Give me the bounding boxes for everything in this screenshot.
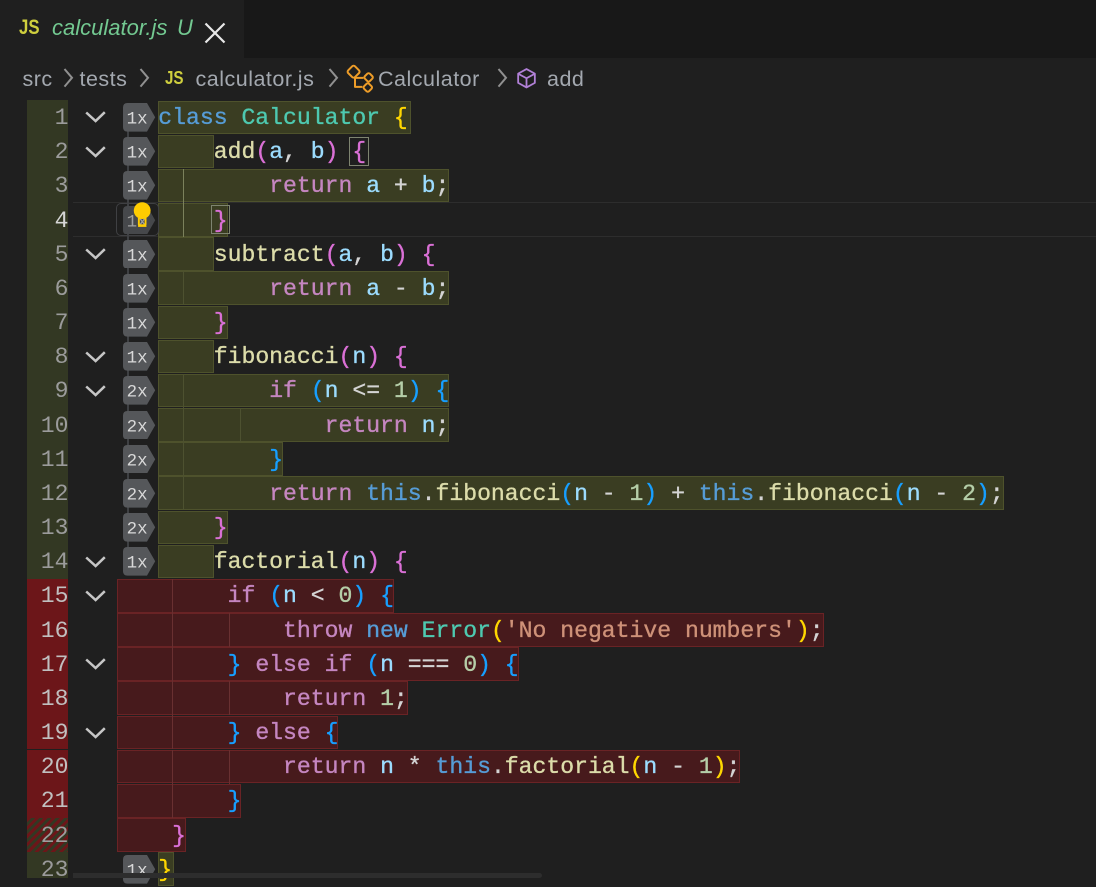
svg-text:1x: 1x: [127, 554, 148, 574]
svg-text:1x: 1x: [127, 280, 148, 300]
svg-text:1x: 1x: [127, 109, 148, 129]
svg-text:2x: 2x: [127, 485, 148, 505]
svg-text:2x: 2x: [127, 383, 148, 403]
svg-text:1x: 1x: [127, 178, 148, 198]
svg-text:1x: 1x: [127, 861, 148, 881]
svg-text:1x: 1x: [127, 246, 148, 266]
svg-text:1x: 1x: [127, 144, 148, 164]
svg-text:2x: 2x: [127, 519, 148, 539]
svg-text:2x: 2x: [127, 417, 148, 437]
svg-text:1x: 1x: [127, 349, 148, 369]
svg-text:2x: 2x: [127, 451, 148, 471]
svg-text:1x: 1x: [127, 314, 148, 334]
